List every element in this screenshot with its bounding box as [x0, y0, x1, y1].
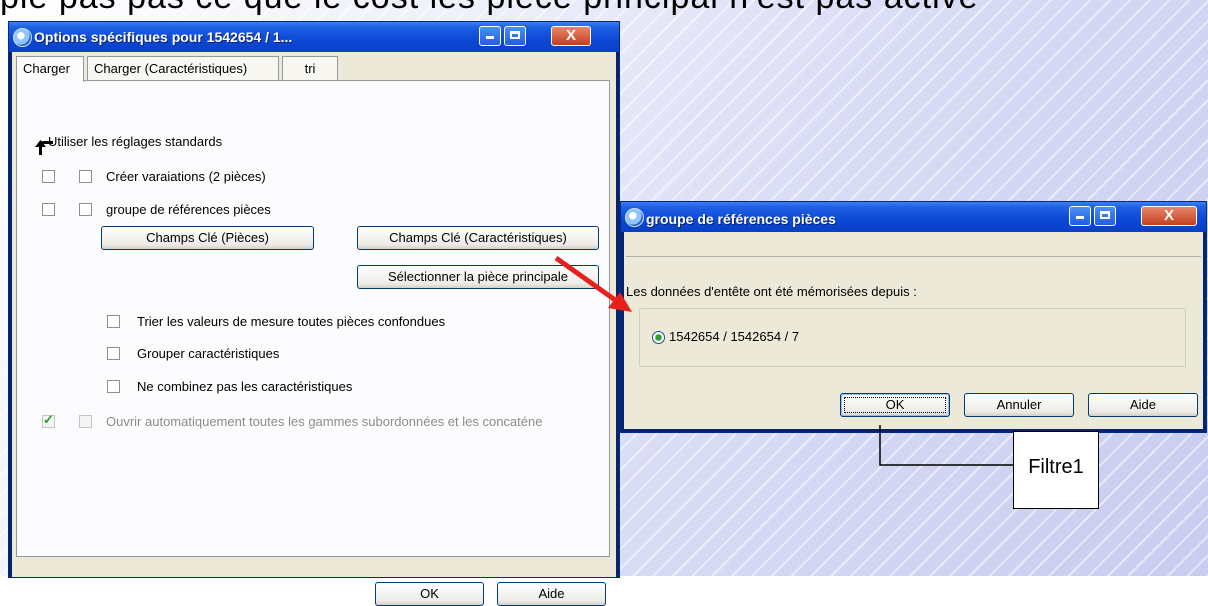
- filter-connector: [879, 425, 1013, 466]
- options-ok-button[interactable]: OK: [375, 582, 484, 606]
- row2-standard-checkbox[interactable]: [42, 203, 55, 216]
- tab-charger-caracteristiques[interactable]: Charger (Caractéristiques): [87, 56, 279, 80]
- auto-open-checkbox[interactable]: [79, 415, 92, 428]
- sort-measure-values-label: Trier les valeurs de mesure toutes pièce…: [137, 314, 446, 329]
- create-variations-label: Créer varaiations (2 pièces): [106, 169, 266, 184]
- create-variations-checkbox[interactable]: [79, 170, 92, 183]
- group-help-button[interactable]: Aide: [1088, 393, 1198, 417]
- tab-charger[interactable]: Charger: [16, 56, 84, 82]
- row1-standard-checkbox[interactable]: [42, 170, 55, 183]
- options-dialog-titlebar[interactable]: Options spécifiques pour 1542654 / 1... …: [9, 22, 619, 52]
- group-cancel-button[interactable]: Annuler: [964, 393, 1074, 417]
- close-icon: X: [1163, 207, 1174, 224]
- close-button[interactable]: X: [551, 26, 591, 46]
- group-characteristics-checkbox[interactable]: [107, 347, 120, 360]
- use-standard-settings-label: Utiliser les réglages standards: [48, 134, 223, 149]
- options-dialog: Options spécifiques pour 1542654 / 1... …: [8, 21, 620, 606]
- red-arrow-annotation: [554, 255, 632, 312]
- no-combine-characteristics-checkbox[interactable]: [107, 380, 120, 393]
- app-icon: [625, 208, 644, 227]
- filtre1-box: Filtre1: [1013, 431, 1099, 509]
- part-reference-group-dialog: groupe de références pièces X Les donnée…: [620, 201, 1207, 433]
- auto-open-standard-checkbox[interactable]: ✓: [42, 412, 55, 428]
- no-combine-characteristics-label: Ne combinez pas les caractéristiques: [137, 379, 353, 394]
- header-memorized-message: Les données d'entête ont été mémorisées …: [626, 284, 917, 299]
- options-help-button[interactable]: Aide: [497, 582, 606, 606]
- part-reference-group-title: groupe de références pièces: [646, 211, 836, 227]
- group-characteristics-label: Grouper caractéristiques: [137, 346, 280, 361]
- key-fields-characteristics-button[interactable]: Champs Clé (Caractéristiques): [357, 226, 599, 250]
- part-reference-group-checkbox[interactable]: [79, 203, 92, 216]
- checkmark-icon: ✓: [43, 412, 54, 427]
- app-icon: [13, 28, 32, 47]
- group-ok-button[interactable]: OK: [840, 393, 950, 417]
- separator-line: [626, 256, 1201, 257]
- options-dialog-body: Charger Charger (Caractéristiques) tri U…: [12, 52, 616, 606]
- options-dialog-title: Options spécifiques pour 1542654 / 1...: [34, 29, 293, 45]
- part-reference-group-titlebar[interactable]: groupe de références pièces X: [621, 202, 1206, 232]
- maximize-icon: [1100, 211, 1110, 219]
- tab-panel-charger: Utiliser les réglages standards Créer va…: [16, 80, 610, 557]
- tab-tri[interactable]: tri: [282, 56, 338, 80]
- close-button[interactable]: X: [1141, 206, 1197, 226]
- focus-ring: [844, 397, 946, 413]
- close-icon: X: [565, 27, 576, 44]
- part-reference-group-label: groupe de références pièces: [106, 202, 271, 217]
- source-radio[interactable]: [652, 331, 665, 344]
- slide-top-text: pie pas pas ce que le cost les pièce pri…: [0, 0, 979, 17]
- minimize-button[interactable]: [1069, 206, 1091, 226]
- minimize-button[interactable]: [479, 26, 501, 46]
- sort-measure-values-checkbox[interactable]: [107, 315, 120, 328]
- auto-open-label: Ouvrir automatiquement toutes les gammes…: [106, 414, 543, 429]
- minimize-icon: [486, 36, 494, 39]
- minimize-icon: [1076, 216, 1084, 219]
- maximize-button[interactable]: [504, 26, 526, 46]
- part-reference-group-body: Les données d'entête ont été mémorisées …: [624, 232, 1203, 429]
- maximize-button[interactable]: [1094, 206, 1116, 226]
- key-fields-parts-button[interactable]: Champs Clé (Pièces): [101, 226, 314, 250]
- maximize-icon: [510, 31, 520, 39]
- source-radio-label: 1542654 / 1542654 / 7: [669, 329, 800, 344]
